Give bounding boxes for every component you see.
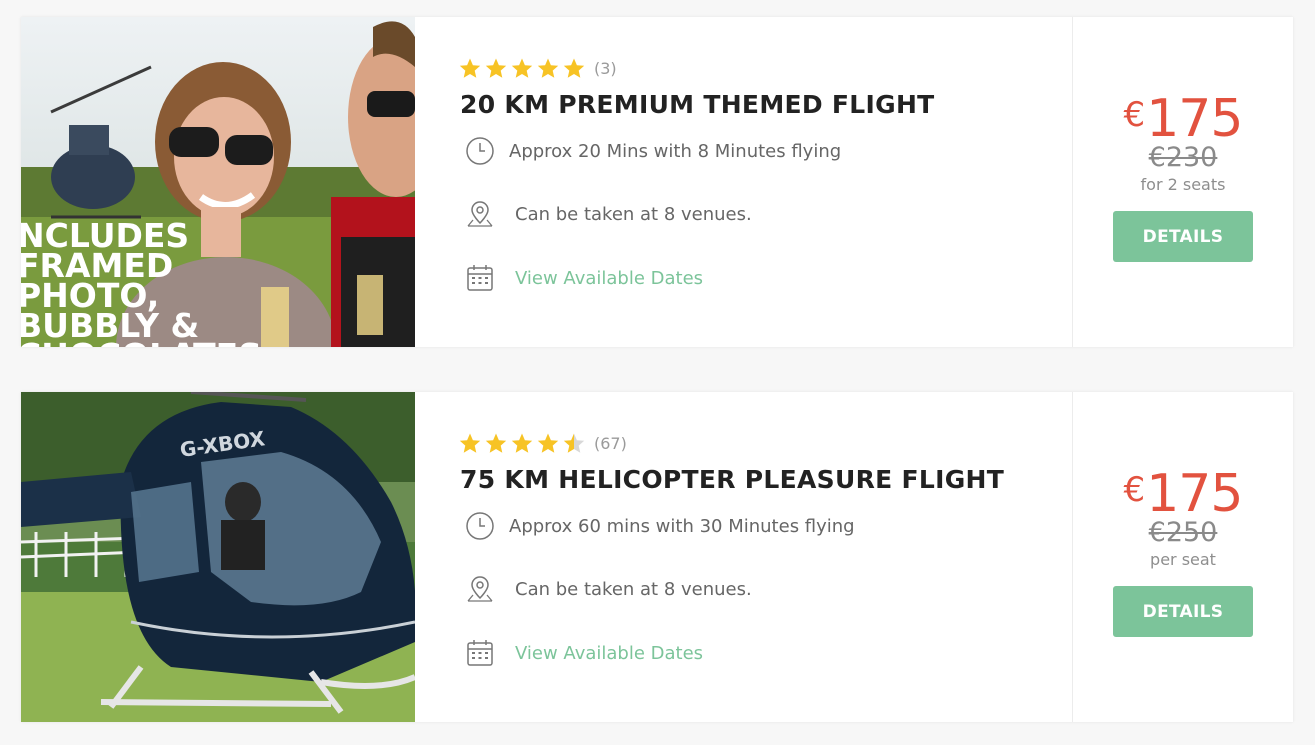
- review-count[interactable]: (3): [594, 59, 617, 78]
- star-icon: [459, 433, 481, 453]
- price-amount: 175: [1146, 464, 1243, 524]
- original-price: €230: [1148, 142, 1218, 173]
- experience-card: NCLUDES FRAMED PHOTO, BUBBLY & CHOCOLATE…: [21, 17, 1293, 347]
- view-dates-link[interactable]: View Available Dates: [515, 643, 703, 664]
- star-icon: [537, 58, 559, 78]
- calendar-icon: [467, 265, 493, 291]
- current-price: €175: [1073, 87, 1293, 147]
- venues-row: Can be taken at 8 venues.: [465, 574, 752, 604]
- calendar-icon: [467, 640, 493, 666]
- star-rating: (3): [458, 57, 617, 80]
- price-box: €175 €230 for 2 seats DETAILS: [1073, 17, 1293, 347]
- price-amount: 175: [1146, 89, 1243, 149]
- photo-helicopter: G-XBOX: [21, 392, 415, 722]
- experience-list: NCLUDES FRAMED PHOTO, BUBBLY & CHOCOLATE…: [0, 0, 1315, 745]
- view-dates-link[interactable]: View Available Dates: [515, 268, 703, 289]
- star-icon: [511, 58, 533, 78]
- currency-symbol: €: [1123, 95, 1146, 135]
- price-box: €175 €250 per seat DETAILS: [1073, 392, 1293, 722]
- details-button[interactable]: DETAILS: [1113, 211, 1253, 262]
- star-icon: [563, 433, 585, 453]
- clock-icon: [466, 512, 494, 540]
- experience-title[interactable]: 20 KM PREMIUM THEMED FLIGHT: [460, 90, 935, 119]
- experience-photo[interactable]: G-XBOX: [21, 392, 415, 722]
- duration-text: Approx 60 mins with 30 Minutes flying: [509, 515, 855, 537]
- star-icon: [511, 433, 533, 453]
- map-pin-icon: [467, 576, 493, 602]
- venues-row: Can be taken at 8 venues.: [465, 199, 752, 229]
- review-count[interactable]: (67): [594, 434, 627, 453]
- experience-info: (3) 20 KM PREMIUM THEMED FLIGHT Approx 2…: [415, 17, 1073, 347]
- star-icon: [563, 58, 585, 78]
- venues-text: Can be taken at 8 venues.: [515, 203, 752, 225]
- star-icon: [459, 58, 481, 78]
- experience-info: (67) 75 KM HELICOPTER PLEASURE FLIGHT Ap…: [415, 392, 1073, 722]
- original-price: €250: [1148, 517, 1218, 548]
- venues-text: Can be taken at 8 venues.: [515, 578, 752, 600]
- star-rating: (67): [458, 432, 627, 455]
- current-price: €175: [1073, 462, 1293, 522]
- price-unit: for 2 seats: [1140, 175, 1226, 194]
- duration-row: Approx 60 mins with 30 Minutes flying: [465, 511, 855, 541]
- experience-photo[interactable]: NCLUDES FRAMED PHOTO, BUBBLY & CHOCOLATE…: [21, 17, 415, 347]
- experience-title[interactable]: 75 KM HELICOPTER PLEASURE FLIGHT: [460, 465, 1004, 494]
- star-icon: [537, 433, 559, 453]
- price-unit: per seat: [1150, 550, 1216, 569]
- map-pin-icon: [467, 201, 493, 227]
- dates-row: View Available Dates: [465, 638, 703, 668]
- duration-text: Approx 20 Mins with 8 Minutes flying: [509, 140, 842, 162]
- experience-card: G-XBOX (67) 75 KM HELICOPTER PLEASURE FL…: [21, 392, 1293, 722]
- clock-icon: [466, 137, 494, 165]
- details-button[interactable]: DETAILS: [1113, 586, 1253, 637]
- star-icon: [485, 58, 507, 78]
- currency-symbol: €: [1123, 470, 1146, 510]
- duration-row: Approx 20 Mins with 8 Minutes flying: [465, 136, 841, 166]
- star-icon: [485, 433, 507, 453]
- photo-overlay-line: CHOCOLATES: [21, 336, 262, 347]
- dates-row: View Available Dates: [465, 263, 703, 293]
- photo-couple-helicopter: NCLUDES FRAMED PHOTO, BUBBLY & CHOCOLATE…: [21, 17, 415, 347]
